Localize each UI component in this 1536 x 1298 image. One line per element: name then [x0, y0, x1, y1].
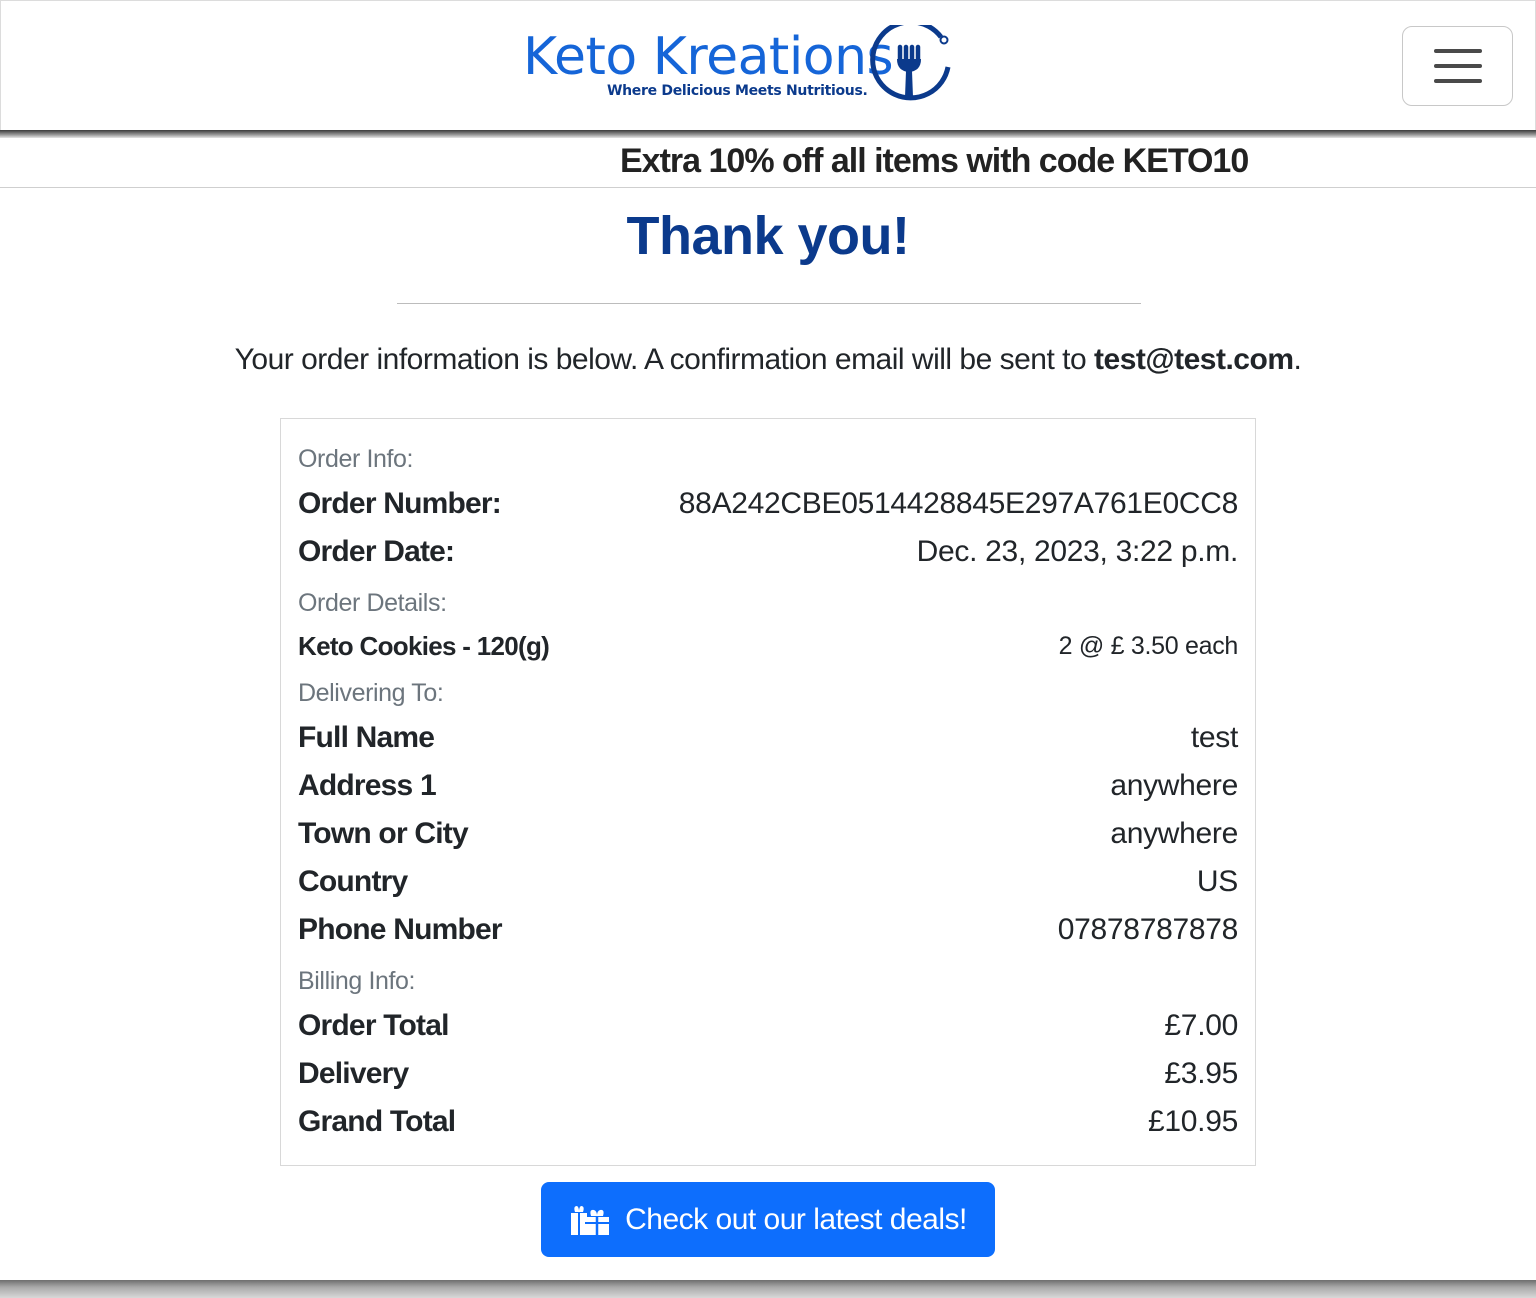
order-total-value: £7.00 [1164, 1009, 1238, 1042]
order-item-row: Keto Cookies - 120(g) 2 @ £ 3.50 each [298, 631, 1238, 662]
address-1-value: anywhere [1110, 769, 1238, 802]
hamburger-icon-line [1433, 79, 1482, 83]
intro-text: Your order information is below. A confi… [0, 343, 1536, 377]
delivery-row-country: Country US [298, 865, 1238, 899]
footer-shadow [0, 1280, 1536, 1298]
promo-banner: Extra 10% off all items with code KETO10 [0, 138, 1536, 188]
order-info-label: Order Info: [298, 445, 414, 473]
order-item-name: Keto Cookies - 120(g) [298, 631, 550, 661]
order-item-qty-price: 2 @ £ 3.50 each [1058, 632, 1239, 660]
order-number-label: Order Number: [298, 487, 502, 520]
billing-info-label: Billing Info: [298, 967, 416, 995]
order-date-value: Dec. 23, 2023, 3:22 p.m. [916, 535, 1239, 568]
hamburger-icon-line [1433, 64, 1482, 68]
order-number-row: Order Number: 88A242CBE0514428845E297A76… [298, 487, 1238, 521]
brand-logo-link[interactable]: Keto Kreations Where Delicious Meets Nut… [523, 19, 955, 109]
fork-icon [869, 19, 955, 109]
delivery-row-address-1: Address 1 anywhere [298, 769, 1238, 803]
full-name-value: test [1190, 721, 1238, 754]
navbar-shadow [0, 130, 1536, 138]
billing-row-delivery: Delivery £3.95 [298, 1057, 1238, 1091]
full-name-label: Full Name [298, 721, 435, 754]
order-date-label: Order Date: [298, 535, 455, 568]
confirmation-email: test@test.com [1094, 343, 1294, 376]
hamburger-icon [1433, 49, 1482, 53]
divider [397, 303, 1141, 304]
phone-label: Phone Number [298, 913, 503, 946]
grand-total-label: Grand Total [298, 1105, 456, 1138]
gifts-icon [569, 1203, 611, 1237]
town-label: Town or City [298, 817, 469, 850]
order-total-label: Order Total [298, 1009, 449, 1042]
delivery-row-town: Town or City anywhere [298, 817, 1238, 851]
town-value: anywhere [1110, 817, 1238, 850]
latest-deals-button[interactable]: Check out our latest deals! [541, 1182, 995, 1257]
delivery-cost-value: £3.95 [1164, 1057, 1238, 1090]
intro-end: . [1293, 343, 1302, 376]
brand-name: Keto Kreations [523, 27, 894, 87]
navbar: Keto Kreations Where Delicious Meets Nut… [0, 0, 1536, 132]
delivery-cost-label: Delivery [298, 1057, 409, 1090]
promo-text: Extra 10% off all items with code KETO10 [620, 142, 1249, 180]
order-details-label: Order Details: [298, 589, 447, 617]
address-1-label: Address 1 [298, 769, 437, 802]
country-label: Country [298, 865, 408, 898]
billing-row-order-total: Order Total £7.00 [298, 1009, 1238, 1043]
delivering-to-label: Delivering To: [298, 679, 444, 707]
latest-deals-label: Check out our latest deals! [625, 1202, 967, 1236]
delivery-row-phone: Phone Number 07878787878 [298, 913, 1238, 947]
grand-total-value: £10.95 [1148, 1105, 1238, 1138]
phone-value: 07878787878 [1057, 913, 1239, 946]
intro-message: Your order information is below. A confi… [234, 343, 1095, 376]
order-date-row: Order Date: Dec. 23, 2023, 3:22 p.m. [298, 535, 1238, 569]
delivery-row-full-name: Full Name test [298, 721, 1238, 755]
menu-toggle-button[interactable] [1402, 26, 1513, 106]
order-number-value: 88A242CBE0514428845E297A761E0CC8 [678, 487, 1239, 520]
country-value: US [1196, 865, 1238, 898]
billing-row-grand-total: Grand Total £10.95 [298, 1105, 1238, 1139]
order-summary: Order Info: Order Number: 88A242CBE05144… [280, 418, 1256, 1166]
page-title: Thank you! [626, 206, 910, 266]
brand-tagline: Where Delicious Meets Nutritious. [607, 83, 868, 99]
